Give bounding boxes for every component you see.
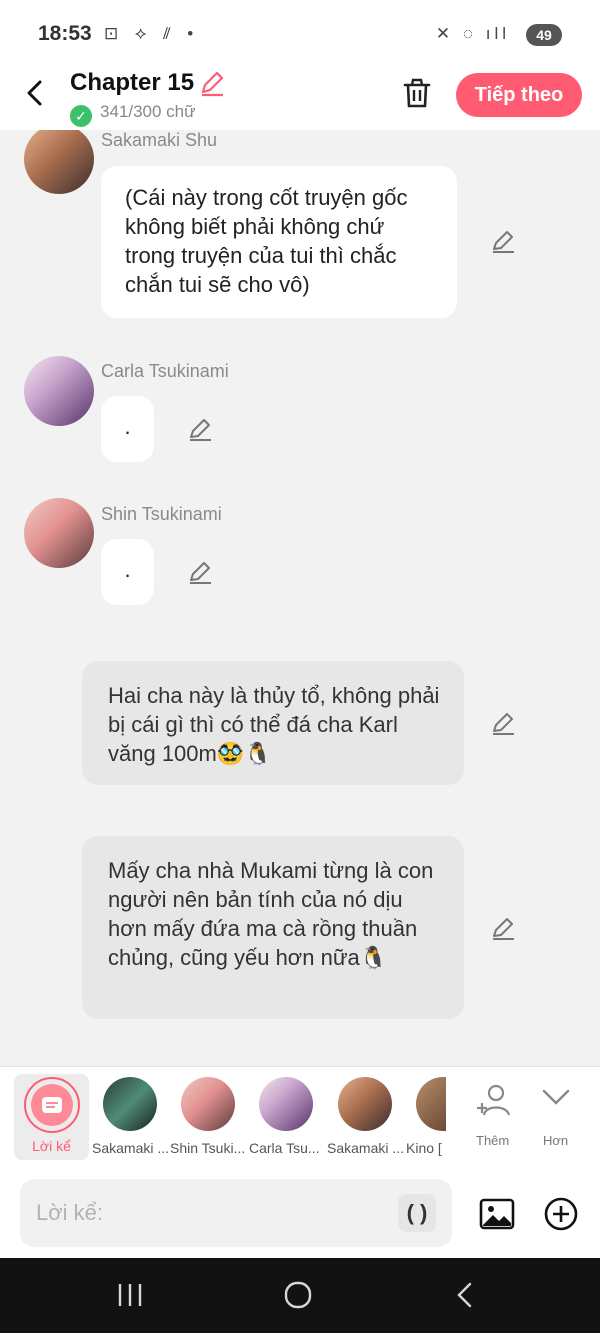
character-bar: Lời kể Sakamaki ... Shin Tsuki... Carla … (0, 1066, 600, 1170)
collapse-label[interactable]: Hơn (543, 1133, 568, 1148)
add-person-icon[interactable] (474, 1081, 514, 1121)
sender-name: Shin Tsukinami (101, 504, 222, 524)
narration-selector[interactable]: Lời kể (14, 1074, 89, 1160)
character-avatar[interactable] (338, 1077, 392, 1131)
character-label[interactable]: Shin Tsuki... (170, 1140, 245, 1156)
character-label[interactable]: Kino [ (406, 1140, 444, 1156)
pencil-icon[interactable] (187, 416, 213, 442)
narration-bubble[interactable]: Mấy cha nhà Mukami từng là con người nên… (82, 836, 464, 1019)
narration-label: Lời kể (32, 1138, 71, 1154)
status-time: 18:53 (38, 22, 92, 45)
check-icon: ✓ (70, 105, 92, 127)
chat-area[interactable]: Sakamaki Shu (Cái này trong cốt truyện g… (0, 130, 600, 1066)
add-character-label[interactable]: Thêm (476, 1133, 509, 1148)
next-button[interactable]: Tiếp theo (456, 73, 582, 117)
pencil-icon[interactable] (187, 559, 213, 585)
character-avatar[interactable] (103, 1077, 157, 1131)
character-label[interactable]: Carla Tsu... (249, 1140, 320, 1156)
pencil-icon[interactable] (490, 915, 516, 941)
character-label[interactable]: Sakamaki ... (327, 1140, 404, 1156)
narration-bubble[interactable]: Hai cha này là thủy tổ, không phải bị cá… (82, 661, 464, 785)
recent-apps-icon[interactable] (110, 1280, 150, 1310)
back-arrow-icon[interactable] (20, 78, 50, 108)
message-input[interactable] (20, 1179, 452, 1247)
avatar[interactable] (24, 498, 94, 568)
image-icon[interactable] (478, 1195, 516, 1233)
character-avatar[interactable] (416, 1077, 446, 1131)
pencil-icon[interactable] (490, 228, 516, 254)
character-avatar[interactable] (259, 1077, 313, 1131)
input-bar: ( ) (0, 1170, 600, 1258)
message-bubble[interactable]: . (101, 396, 154, 462)
back-nav-icon[interactable] (446, 1280, 486, 1310)
notification-icons: ⊡ ⟡ ⫽ • (104, 24, 200, 43)
add-icon[interactable] (542, 1195, 580, 1233)
pencil-icon[interactable] (490, 710, 516, 736)
word-count: ✓ 341/300 chữ (70, 102, 196, 127)
pencil-icon[interactable] (198, 69, 226, 97)
avatar[interactable] (24, 356, 94, 426)
battery-icon: 49 (526, 24, 562, 46)
status-bar: 18:53 ⊡ ⟡ ⫽ • ✕ ◌ ıll 49 (0, 0, 600, 66)
app-header: Chapter 15 ✓ 341/300 chữ Tiếp theo (0, 66, 600, 130)
parentheses-button[interactable]: ( ) (398, 1194, 436, 1232)
sender-name: Carla Tsukinami (101, 361, 229, 381)
avatar[interactable] (24, 130, 94, 194)
chevron-down-icon[interactable] (541, 1085, 571, 1109)
signal-icons: ✕ ◌ ıll (435, 24, 510, 43)
character-avatar[interactable] (181, 1077, 235, 1131)
character-label[interactable]: Sakamaki ... (92, 1140, 169, 1156)
message-bubble[interactable]: (Cái này trong cốt truyện gốc không biết… (101, 166, 457, 318)
sender-name: Sakamaki Shu (101, 130, 218, 150)
chapter-title: Chapter 15 (70, 69, 195, 96)
trash-icon[interactable] (400, 76, 434, 110)
word-count-text: 341/300 chữ (100, 102, 196, 121)
narration-icon (24, 1077, 80, 1133)
system-nav-bar (0, 1258, 600, 1333)
home-icon[interactable] (278, 1280, 318, 1310)
message-bubble[interactable]: . (101, 539, 154, 605)
